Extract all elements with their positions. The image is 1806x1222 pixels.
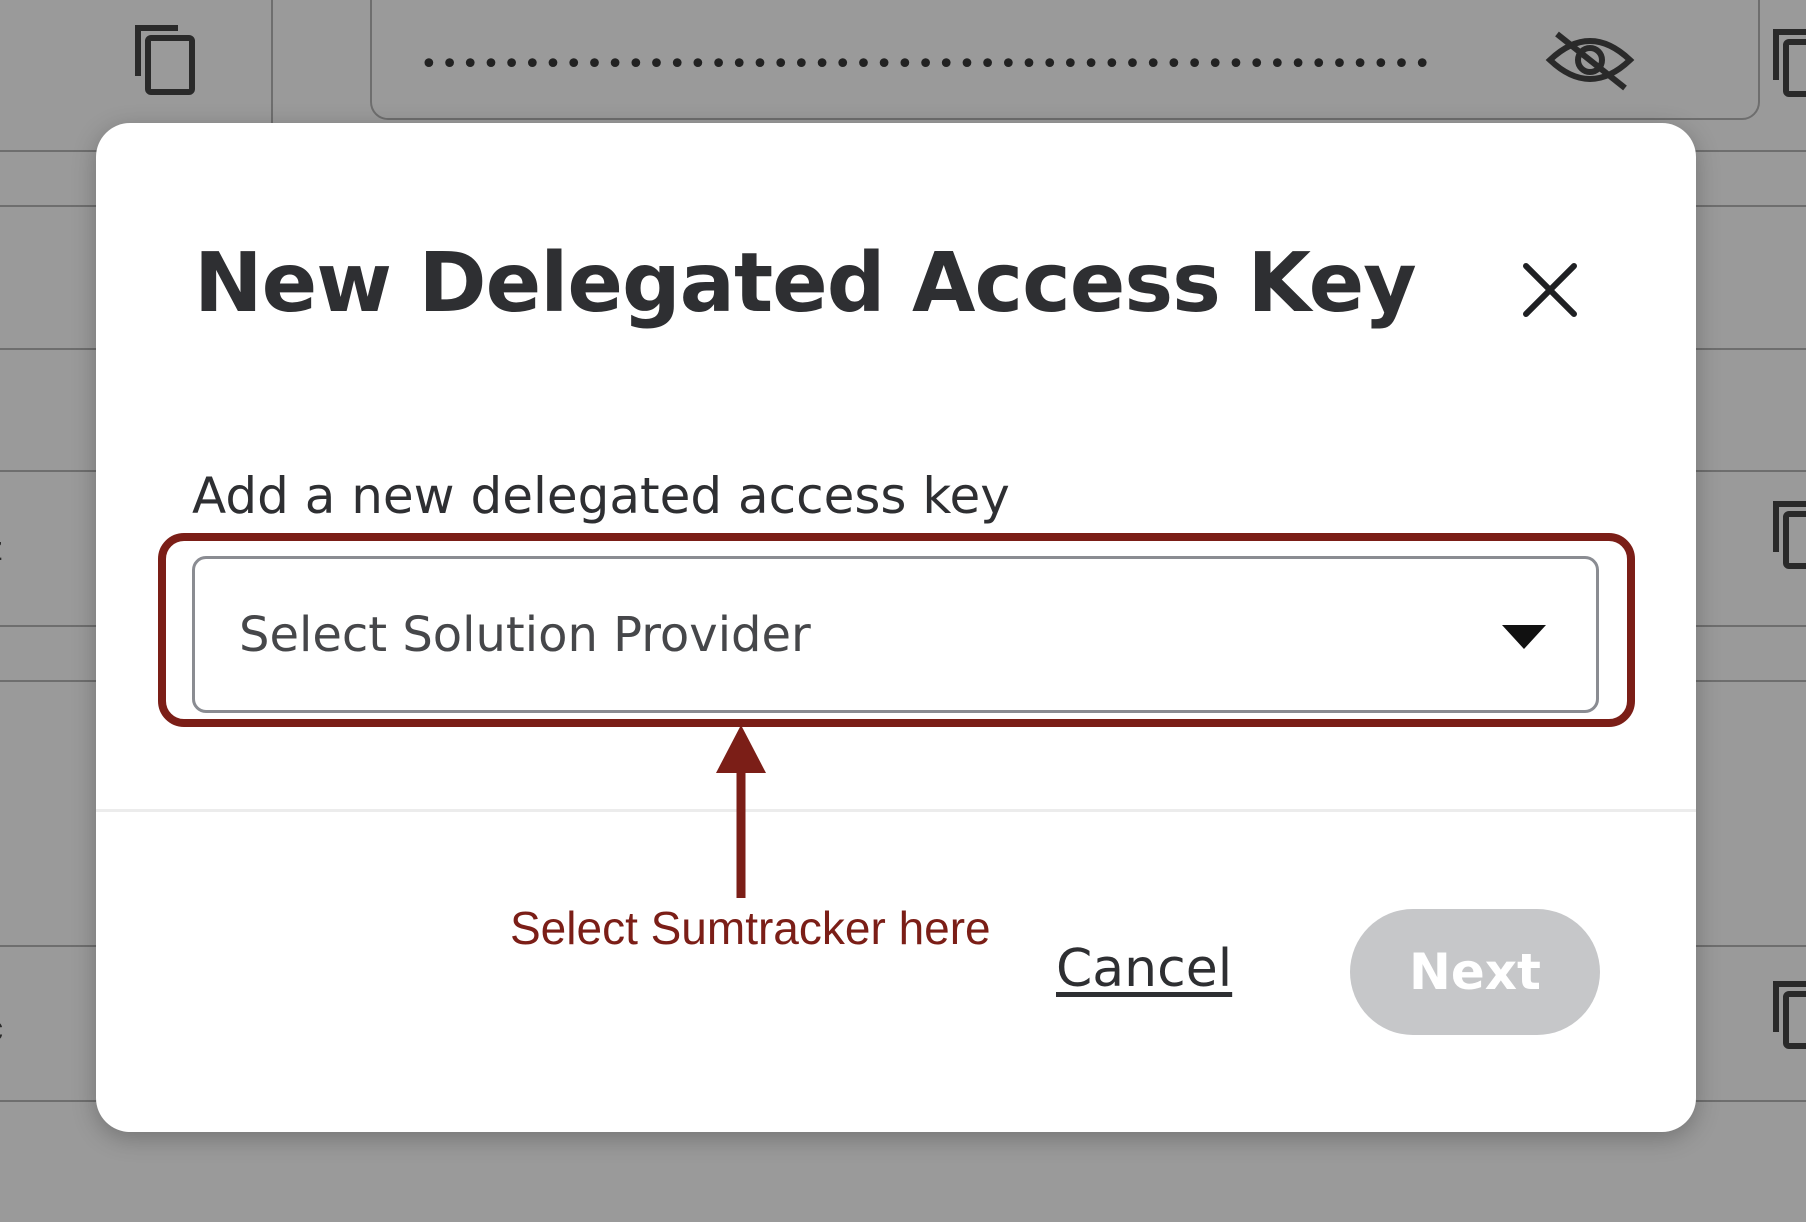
field-label: Add a new delegated access key [192,467,1010,525]
eye-slash-icon[interactable] [1545,28,1635,92]
copy-icon[interactable] [1772,500,1806,572]
bg-text-fragment: c [0,1010,3,1049]
annotation-text: Select Sumtracker here [510,902,991,954]
next-button[interactable]: Next [1350,909,1600,1035]
cancel-button[interactable]: Cancel [1056,943,1232,995]
copy-icon[interactable] [1772,980,1806,1052]
copy-icon[interactable] [1772,28,1806,100]
footer-divider [96,809,1696,812]
bg-text-fragment: z [0,530,3,569]
bg-masked-value: ••••••••••••••••••••••••••••••••••••••••… [420,50,1430,80]
dialog-title: New Delegated Access Key [194,236,1417,331]
copy-icon[interactable] [130,20,200,98]
bg-column-divider [271,0,273,125]
annotation-highlight-box [158,533,1635,727]
close-icon[interactable] [1510,250,1590,330]
